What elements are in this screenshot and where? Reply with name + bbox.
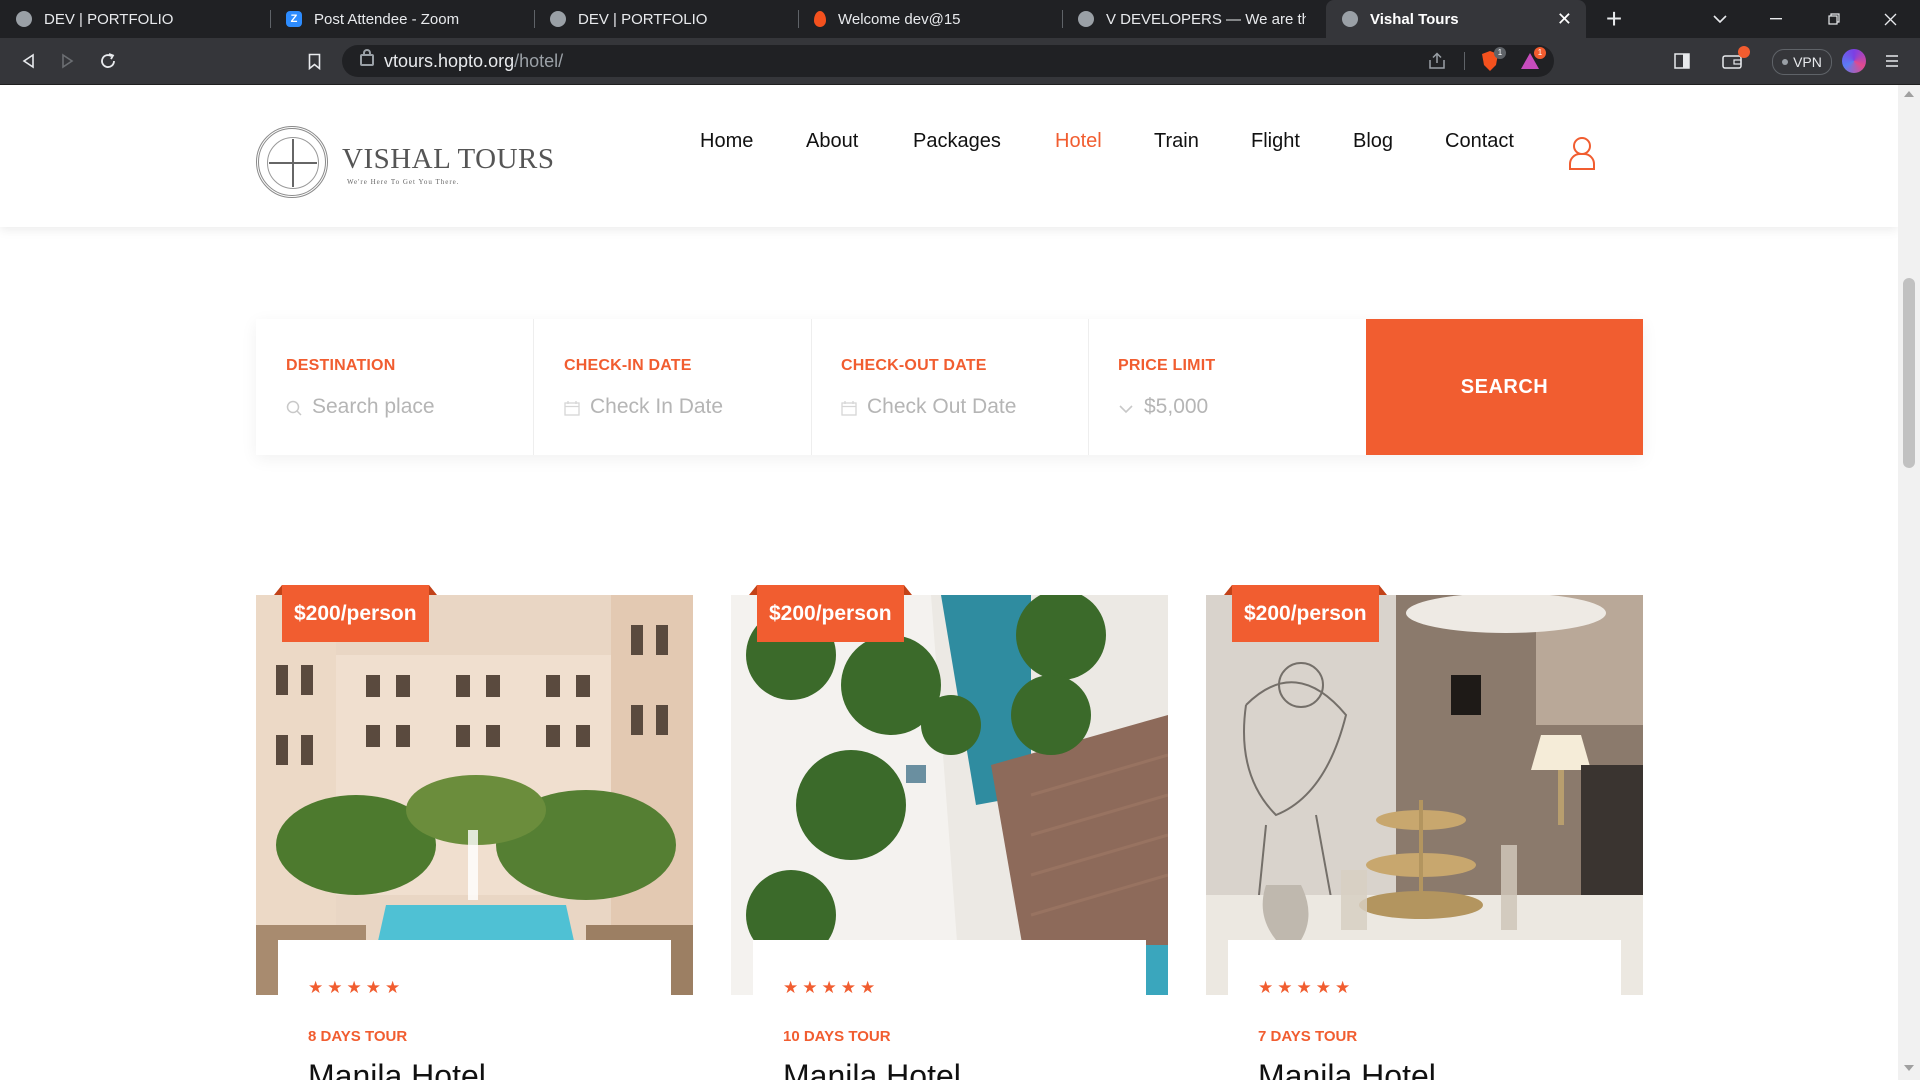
- checkin-field[interactable]: CHECK-IN DATE Check In Date: [534, 319, 811, 455]
- price-tag: $200/person: [749, 585, 912, 642]
- hotel-name[interactable]: Manila Hotel: [308, 1058, 486, 1080]
- brand-tagline: We're Here To Get You There.: [347, 178, 460, 186]
- destination-field[interactable]: DESTINATION Search place: [256, 319, 533, 455]
- star-rating: ★★★★★: [783, 978, 880, 997]
- wallet-notification-dot: [1738, 46, 1750, 58]
- tab-title: Welcome dev@15: [838, 10, 961, 28]
- fire-icon: [814, 11, 826, 27]
- profile-avatar[interactable]: [1836, 38, 1872, 84]
- wallet-icon[interactable]: [1714, 38, 1750, 84]
- lock-icon: [360, 49, 374, 66]
- user-account-icon[interactable]: [1568, 136, 1596, 170]
- minimize-icon[interactable]: [1748, 0, 1804, 38]
- close-tab-icon[interactable]: ✕: [1557, 9, 1572, 30]
- scrollbar-thumb[interactable]: [1903, 278, 1915, 468]
- scroll-up-icon[interactable]: [1904, 91, 1914, 97]
- share-icon[interactable]: [1428, 52, 1446, 75]
- restore-icon[interactable]: [1806, 0, 1862, 38]
- reload-icon[interactable]: [90, 38, 126, 84]
- star-rating: ★★★★★: [1258, 978, 1355, 997]
- forward-icon[interactable]: [50, 38, 86, 84]
- browser-tab-bar: DEV | PORTFOLIO Z Post Attendee - Zoom D…: [0, 0, 1920, 38]
- nav-about[interactable]: About: [806, 130, 858, 153]
- globe-icon: [1342, 11, 1358, 27]
- browser-toolbar: vtours.hopto.org/hotel/ 1 1 VPN: [0, 38, 1920, 85]
- zoom-icon: Z: [286, 11, 302, 27]
- hotel-card-body: ★★★★★ 8 DAYS TOUR Manila Hotel: [278, 940, 671, 1080]
- star-rating: ★★★★★: [308, 978, 405, 997]
- close-window-icon[interactable]: [1862, 0, 1918, 38]
- chevron-down-icon: [1118, 400, 1134, 416]
- compass-logo[interactable]: [256, 126, 328, 198]
- nav-blog[interactable]: Blog: [1353, 130, 1393, 153]
- hotel-search-form: DESTINATION Search place CHECK-IN DATE C…: [256, 319, 1643, 455]
- browser-tab[interactable]: DEV | PORTFOLIO: [534, 0, 798, 38]
- globe-icon: [550, 11, 566, 27]
- tab-title: V DEVELOPERS — We are the DE: [1106, 10, 1306, 28]
- rewards-count-badge: 1: [1534, 47, 1546, 59]
- search-button[interactable]: SEARCH: [1366, 319, 1643, 455]
- price-limit-select[interactable]: $5,000: [1144, 395, 1208, 419]
- browser-tab-active[interactable]: Vishal Tours ✕: [1326, 0, 1586, 38]
- tab-title: DEV | PORTFOLIO: [578, 10, 708, 28]
- hotel-image-courtyard-pool[interactable]: [256, 595, 693, 995]
- hotel-card[interactable]: $200/person ★★★★★ 10 DAYS TOUR Manila Ho…: [731, 585, 1168, 1080]
- checkout-input[interactable]: Check Out Date: [867, 395, 1016, 419]
- new-tab-button[interactable]: +: [1586, 0, 1642, 38]
- nav-train[interactable]: Train: [1154, 130, 1199, 153]
- back-icon[interactable]: [10, 38, 46, 84]
- hotel-card[interactable]: $200/person ★★★★★ 7 DAYS TOUR Manila Hot…: [1206, 585, 1643, 1080]
- calendar-icon: [564, 400, 580, 416]
- price-tag: $200/person: [1224, 585, 1387, 642]
- tour-duration: 10 DAYS TOUR: [783, 1028, 891, 1045]
- vpn-button[interactable]: VPN: [1772, 49, 1832, 75]
- bookmark-icon[interactable]: [296, 38, 332, 84]
- nav-hotel[interactable]: Hotel: [1055, 130, 1102, 153]
- brand-name[interactable]: VISHAL TOURS: [342, 143, 555, 176]
- shield-count-badge: 1: [1494, 47, 1506, 59]
- tab-title: Vishal Tours: [1370, 10, 1459, 28]
- nav-packages[interactable]: Packages: [913, 130, 1001, 153]
- page-scrollbar[interactable]: [1898, 85, 1920, 1080]
- browser-tab[interactable]: V DEVELOPERS — We are the DE: [1062, 0, 1326, 38]
- checkin-label: CHECK-IN DATE: [564, 357, 692, 374]
- tour-duration: 7 DAYS TOUR: [1258, 1028, 1358, 1045]
- browser-tab[interactable]: Z Post Attendee - Zoom: [270, 0, 534, 38]
- browser-tab[interactable]: DEV | PORTFOLIO: [0, 0, 270, 38]
- hotel-card-body: ★★★★★ 10 DAYS TOUR Manila Hotel: [753, 940, 1146, 1080]
- nav-home[interactable]: Home: [700, 130, 753, 153]
- price-limit-label: PRICE LIMIT: [1118, 357, 1216, 374]
- address-bar[interactable]: vtours.hopto.org/hotel/ 1 1: [342, 45, 1554, 77]
- search-icon: [286, 400, 302, 416]
- nav-flight[interactable]: Flight: [1251, 130, 1300, 153]
- page-viewport: VISHAL TOURS We're Here To Get You There…: [0, 85, 1898, 1080]
- hotel-card[interactable]: $200/person ★★★★★ 8 DAYS TOUR Manila Hot…: [256, 585, 693, 1080]
- hotel-image-aerial-beach[interactable]: [731, 595, 1168, 995]
- checkout-field[interactable]: CHECK-OUT DATE Check Out Date: [811, 319, 1088, 455]
- destination-label: DESTINATION: [286, 357, 396, 374]
- checkout-label: CHECK-OUT DATE: [841, 357, 987, 374]
- tab-search-chevron-icon[interactable]: [1692, 0, 1748, 38]
- tab-title: DEV | PORTFOLIO: [44, 10, 174, 28]
- tour-duration: 8 DAYS TOUR: [308, 1028, 408, 1045]
- checkin-input[interactable]: Check In Date: [590, 395, 723, 419]
- calendar-icon: [841, 400, 857, 416]
- price-limit-field[interactable]: PRICE LIMIT $5,000: [1088, 319, 1365, 455]
- hotel-name[interactable]: Manila Hotel: [783, 1058, 961, 1080]
- tab-title: Post Attendee - Zoom: [314, 10, 460, 28]
- globe-icon: [16, 11, 32, 27]
- price-tag: $200/person: [274, 585, 437, 642]
- hotel-name[interactable]: Manila Hotel: [1258, 1058, 1436, 1080]
- menu-icon[interactable]: [1874, 38, 1910, 84]
- url-text: vtours.hopto.org/hotel/: [384, 51, 564, 71]
- hotel-card-body: ★★★★★ 7 DAYS TOUR Manila Hotel: [1228, 940, 1621, 1080]
- browser-tab[interactable]: Welcome dev@15: [798, 0, 1062, 38]
- sidebar-toggle-icon[interactable]: [1664, 38, 1700, 84]
- scroll-down-icon[interactable]: [1904, 1065, 1914, 1071]
- nav-contact[interactable]: Contact: [1445, 130, 1514, 153]
- destination-input[interactable]: Search place: [312, 395, 435, 419]
- site-header: VISHAL TOURS We're Here To Get You There…: [0, 85, 1898, 227]
- globe-icon: [1078, 11, 1094, 27]
- hotel-image-dining-room[interactable]: [1206, 595, 1643, 995]
